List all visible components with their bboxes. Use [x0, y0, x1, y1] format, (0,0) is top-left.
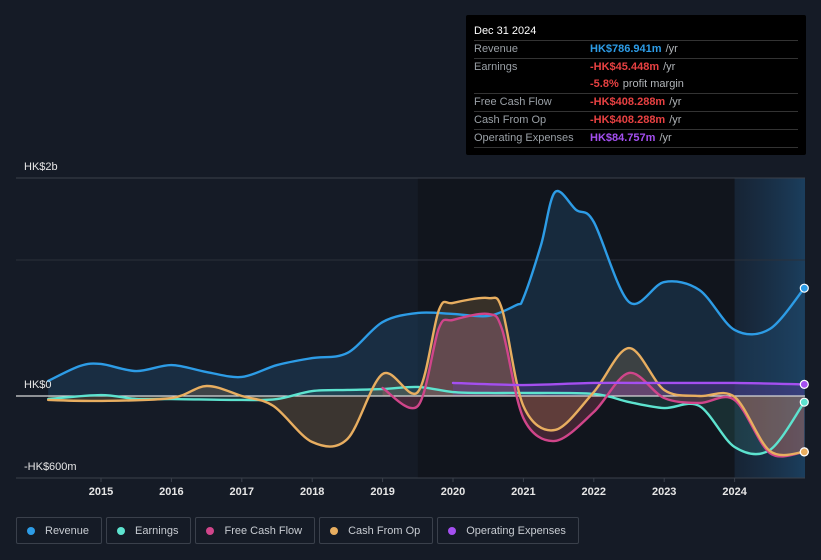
- tooltip-value: -5.8%: [590, 78, 619, 90]
- x-tick-label: 2023: [652, 486, 676, 498]
- tooltip-row: Operating Expenses HK$84.757m/yr: [474, 130, 798, 148]
- tooltip-unit: profit margin: [622, 78, 684, 90]
- tooltip-unit: /yr: [665, 43, 678, 55]
- tooltip-label: Operating Expenses: [474, 132, 574, 144]
- legend-item-earnings[interactable]: Earnings: [106, 517, 192, 544]
- legend-dot-icon: [27, 526, 35, 535]
- legend-item-operating-expenses[interactable]: Operating Expenses: [437, 517, 579, 544]
- tooltip-row: Free Cash Flow -HK$408.288m/yr: [474, 94, 798, 112]
- endpoint-cash-from-op: [799, 447, 809, 457]
- tooltip-label: Cash From Op: [474, 114, 547, 126]
- legend-dot-icon: [330, 526, 339, 535]
- legend-item-cash-from-op[interactable]: Cash From Op: [319, 517, 434, 544]
- x-tick-label: 2021: [511, 486, 535, 498]
- y-axis-label-zero: HK$0: [24, 379, 52, 391]
- legend-item-revenue[interactable]: Revenue: [16, 517, 103, 544]
- endpoint-operating-expenses: [799, 379, 809, 389]
- x-tick-label: 2019: [370, 486, 394, 498]
- legend-dot-icon: [117, 526, 126, 535]
- tooltip-label: Revenue: [474, 43, 519, 55]
- tooltip-unit: /yr: [659, 132, 672, 144]
- tooltip-value: HK$786.941m: [590, 43, 662, 55]
- tooltip-date: Dec 31 2024: [474, 23, 798, 41]
- x-tick-label: 2017: [230, 486, 254, 498]
- x-tick-label: 2022: [582, 486, 606, 498]
- endpoint-earnings: [799, 397, 809, 407]
- tooltip-row: Cash From Op -HK$408.288m/yr: [474, 112, 798, 130]
- tooltip-row: -5.8% profit margin: [474, 76, 798, 94]
- tooltip-label: [474, 76, 590, 93]
- tooltip-panel: Dec 31 2024 Revenue HK$786.941m/yr Earning…: [466, 15, 806, 155]
- legend: Revenue Earnings Free Cash Flow Cash From O…: [16, 517, 579, 544]
- tooltip-unit: /yr: [663, 61, 676, 73]
- x-tick-label: 2020: [441, 486, 465, 498]
- x-tick-label: 2024: [722, 486, 747, 498]
- tooltip-value: HK$84.757m: [590, 132, 656, 144]
- tooltip-row: Revenue HK$786.941m/yr: [474, 41, 798, 59]
- legend-dot-icon: [448, 526, 457, 535]
- y-axis-label-top: HK$2b: [24, 161, 58, 173]
- tooltip-value: -HK$45.448m: [590, 61, 660, 73]
- legend-item-free-cash-flow[interactable]: Free Cash Flow: [195, 517, 316, 544]
- x-tick-label: 2018: [300, 486, 324, 498]
- legend-label: Free Cash Flow: [224, 524, 303, 537]
- legend-label: Earnings: [135, 524, 179, 537]
- y-axis-label-bottom: -HK$600m: [24, 461, 77, 473]
- x-tick-label: 2016: [159, 486, 183, 498]
- tooltip-label: Free Cash Flow: [474, 96, 552, 108]
- tooltip-row: Earnings -HK$45.448m/yr: [474, 59, 798, 76]
- tooltip-value: -HK$408.288m: [590, 114, 666, 126]
- x-tick-label: 2015: [89, 486, 113, 498]
- tooltip-unit: /yr: [669, 96, 682, 108]
- tooltip-unit: /yr: [669, 114, 682, 126]
- legend-label: Revenue: [45, 524, 90, 537]
- legend-label: Cash From Op: [348, 524, 421, 537]
- legend-label: Operating Expenses: [466, 524, 566, 537]
- tooltip-label: Earnings: [474, 61, 518, 73]
- legend-dot-icon: [206, 526, 215, 535]
- tooltip-value: -HK$408.288m: [590, 96, 666, 108]
- endpoint-revenue: [799, 283, 809, 293]
